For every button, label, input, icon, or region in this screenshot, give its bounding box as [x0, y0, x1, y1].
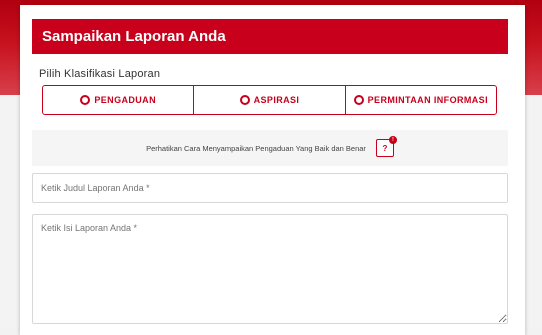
report-form-card: Sampaikan Laporan Anda Pilih Klasifikasi… — [20, 5, 525, 335]
report-title-input[interactable] — [32, 173, 508, 203]
option-permintaan-informasi[interactable]: PERMINTAAN INFORMASI — [344, 86, 496, 114]
notification-badge: ! — [388, 136, 397, 144]
radio-icon — [239, 95, 250, 105]
guidance-notice: Perhatikan Cara Menyampaikan Pengaduan Y… — [32, 130, 508, 166]
notice-text: Perhatikan Cara Menyampaikan Pengaduan Y… — [146, 143, 366, 153]
option-label: ASPIRASI — [253, 95, 300, 105]
classification-label: Pilih Klasifikasi Laporan — [39, 68, 161, 80]
help-icon: ? — [382, 143, 388, 153]
help-button[interactable]: ? ! — [375, 136, 397, 157]
form-title: Sampaikan Laporan Anda — [32, 19, 508, 54]
option-aspirasi[interactable]: ASPIRASI — [193, 86, 344, 114]
classification-selector: PENGADUAN ASPIRASI PERMINTAAN INFORMASI — [42, 85, 497, 115]
radio-icon — [80, 95, 91, 105]
option-label: PENGADUAN — [94, 95, 156, 105]
option-pengaduan[interactable]: PENGADUAN — [43, 86, 193, 114]
report-body-textarea[interactable] — [32, 214, 508, 324]
radio-icon — [353, 95, 364, 105]
option-label: PERMINTAAN INFORMASI — [367, 95, 488, 105]
